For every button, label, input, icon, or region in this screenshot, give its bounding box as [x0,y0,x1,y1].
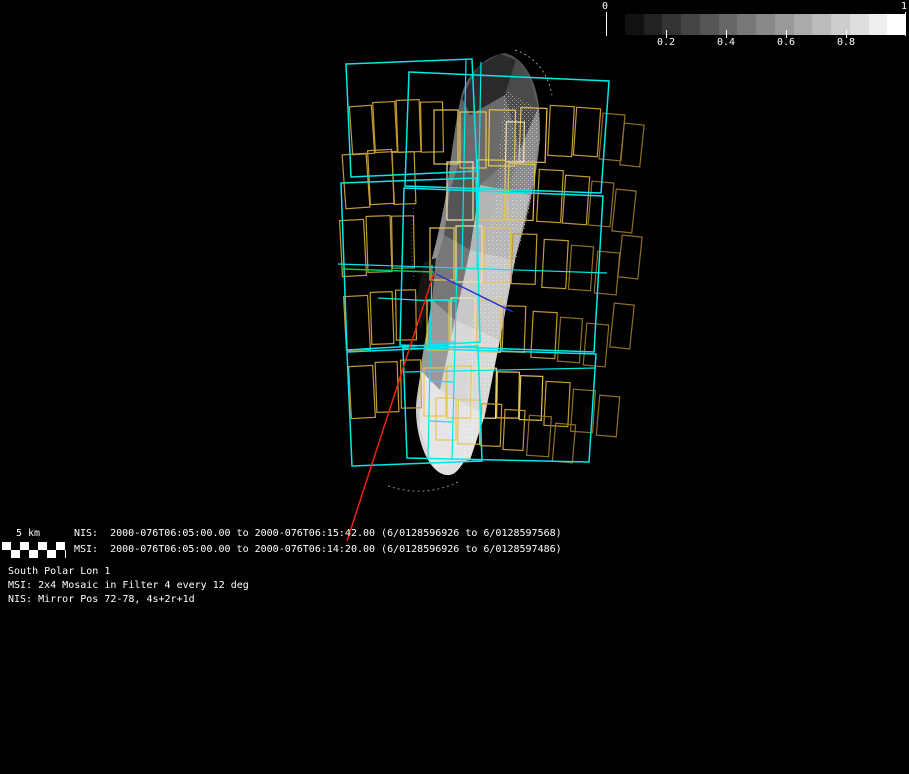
msi-footprint [548,105,575,156]
msi-footprint [612,189,636,233]
msi-footprint [537,169,564,222]
msi-footprint [544,381,570,426]
msi-footprint [373,101,398,152]
msi-footprint [366,216,392,273]
msi-footprint [562,175,589,225]
msi-footprint [421,102,444,152]
msi-footprint [618,235,642,279]
msi-footprint [542,239,568,288]
msi-footprint [568,245,593,290]
scale-bar-label: 5 km [16,528,40,540]
msi-footprint [342,153,370,209]
msi-footprint [497,372,520,418]
msi-footprint [573,107,600,157]
msi-footprint [552,423,575,463]
caption-title: South Polar Lon 1 [8,566,249,578]
msi-footprint [370,292,394,345]
footprint-visualization [0,0,909,774]
msi-footprint [349,105,374,154]
msi-footprint [596,395,619,437]
viewport: 0 1 0.20.40.60.8 [0,0,909,774]
caption-msi-desc: MSI: 2x4 Mosaic in Filter 4 every 12 deg [8,580,249,592]
msi-footprint [344,295,371,350]
msi-observation-line: MSI: 2000-076T06:05:00.00 to 2000-076T06… [74,544,562,556]
msi-footprint [503,410,525,451]
msi-footprint [519,376,543,421]
scale-bar-checker [2,542,66,558]
nis-observation-line: NIS: 2000-076T06:05:00.00 to 2000-076T06… [74,528,562,540]
msi-footprint [375,362,399,413]
msi-footprint [396,290,417,340]
caption-nis-desc: NIS: Mirror Pos 72-78, 4s+2r+1d [8,594,249,606]
msi-footprint [349,365,376,418]
msi-footprint [610,303,634,349]
msi-footprint [368,149,395,204]
caption-block: South Polar Lon 1 MSI: 2x4 Mosaic in Fil… [8,566,249,608]
msi-footprint [502,306,526,353]
msi-footprint [527,415,552,456]
asteroid-limb-dashes [388,482,458,491]
msi-footprint [557,317,582,362]
msi-footprint [620,123,644,167]
